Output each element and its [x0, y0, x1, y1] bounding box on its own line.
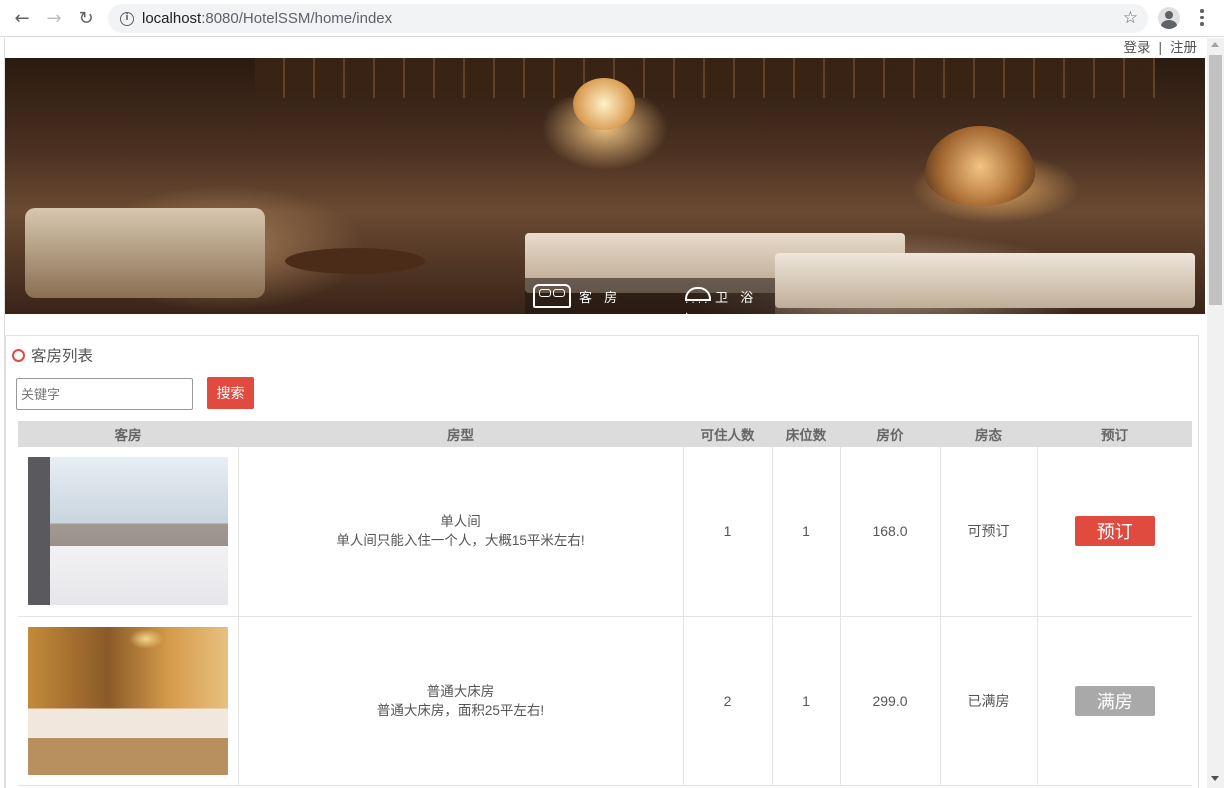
room-beds: 1 [771, 616, 840, 786]
room-type-desc: 单人间只能入住一个人，大概15平米左右! [336, 533, 585, 549]
login-link[interactable]: 登录 [1123, 40, 1150, 55]
room-status: 已满房 [939, 616, 1037, 786]
back-arrow-icon[interactable]: ← [6, 2, 38, 34]
room-table: 客房 房型 可住人数 床位数 房价 房态 预订 单人间单人间只能入住一个人，大概… [18, 421, 1192, 786]
col-header-capacity: 可住人数 [683, 421, 772, 447]
url-text[interactable]: localhost:8080/HotelSSM/home/index [142, 10, 392, 27]
book-button[interactable]: 预订 [1074, 516, 1155, 547]
scroll-down-arrow-icon[interactable] [1211, 776, 1219, 781]
scroll-thumb[interactable] [1209, 55, 1222, 305]
hero-banner-image: 客 房 卫 浴 [5, 58, 1205, 314]
banner-nav-rooms-label: 客 房 [579, 290, 622, 306]
room-status: 可预订 [939, 447, 1037, 617]
col-header-book: 预订 [1037, 421, 1192, 447]
full-room-button[interactable]: 满房 [1074, 685, 1155, 716]
room-list-title-text: 客房列表 [31, 348, 94, 365]
room-list-title: 客房列表 [12, 344, 93, 366]
top-links-separator: | [1158, 40, 1162, 55]
forward-arrow-icon[interactable]: → [38, 2, 70, 34]
shower-icon [685, 283, 712, 314]
room-price: 168.0 [839, 447, 940, 617]
banner-nav-bath[interactable]: 卫 浴 [685, 283, 758, 314]
col-header-status: 房态 [940, 421, 1037, 447]
reload-icon[interactable]: ↻ [70, 2, 102, 34]
col-header-type: 房型 [238, 421, 683, 447]
url-path: :8080/HotelSSM/home/index [201, 10, 393, 27]
room-type-name: 单人间 [440, 514, 481, 530]
room-capacity: 2 [682, 616, 772, 786]
search-button[interactable]: 搜索 [207, 377, 254, 409]
room-type-desc: 普通大床房，面积25平左右! [376, 702, 545, 718]
page-scrollbar[interactable] [1207, 38, 1224, 788]
browser-menu-icon[interactable] [1196, 9, 1208, 29]
room-beds: 1 [771, 447, 840, 617]
register-link[interactable]: 注册 [1170, 40, 1197, 55]
table-header-row: 客房 房型 可住人数 床位数 房价 房态 预订 [18, 421, 1192, 447]
banner-nav: 客 房 卫 浴 [525, 278, 775, 314]
top-links: 登录 | 注册 [5, 38, 1205, 58]
circle-bullet-icon [12, 348, 25, 362]
page-content: 登录 | 注册 客 房 卫 浴 客房列表 搜索 [4, 38, 1205, 788]
table-row: 单人间单人间只能入住一个人，大概15平米左右! 1 1 168.0 可预订 预订 [18, 447, 1192, 617]
banner-nav-bath-label: 卫 浴 [715, 290, 758, 306]
room-capacity: 1 [682, 447, 772, 617]
room-list-panel: 客房列表 搜索 客房 房型 可住人数 床位数 房价 房态 预订 [5, 335, 1199, 788]
room-type-name: 普通大床房 [426, 683, 495, 699]
browser-toolbar: ← → ↻ i localhost:8080/HotelSSM/home/ind… [0, 0, 1224, 37]
url-host: localhost [142, 10, 202, 27]
room-photo[interactable] [27, 626, 228, 775]
room-photo[interactable] [27, 457, 228, 606]
profile-avatar-icon[interactable] [1158, 7, 1180, 29]
keyword-search-input[interactable] [16, 378, 193, 410]
address-bar[interactable]: i localhost:8080/HotelSSM/home/index ☆ [108, 4, 1148, 33]
scroll-up-arrow-icon[interactable] [1211, 42, 1219, 47]
table-row: 普通大床房普通大床房，面积25平左右! 2 1 299.0 已满房 满房 [18, 616, 1192, 786]
bed-icon [533, 284, 571, 308]
bookmark-star-icon[interactable]: ☆ [1123, 8, 1138, 28]
info-icon[interactable]: i [120, 11, 134, 26]
banner-nav-rooms[interactable]: 客 房 [533, 284, 621, 308]
col-header-price: 房价 [840, 421, 940, 447]
room-price: 299.0 [839, 616, 940, 786]
col-header-room: 客房 [18, 421, 238, 447]
col-header-beds: 床位数 [772, 421, 840, 447]
